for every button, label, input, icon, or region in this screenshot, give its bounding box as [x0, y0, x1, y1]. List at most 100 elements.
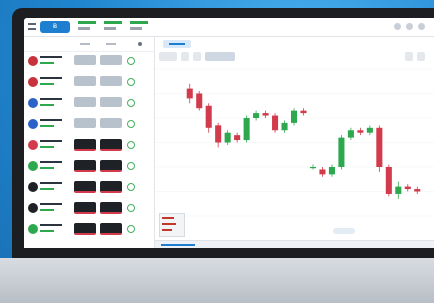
candle-body: [234, 135, 241, 141]
buy-button[interactable]: [100, 223, 122, 235]
watchlist-row[interactable]: [24, 115, 154, 133]
instrument-icon: [28, 77, 38, 87]
instrument-icon: [28, 203, 38, 213]
watchlist-header-placeholder: [80, 42, 142, 46]
instrument-name-placeholder: [40, 119, 62, 127]
margin-stat: [130, 20, 150, 34]
sell-button[interactable]: [74, 139, 96, 151]
buy-button[interactable]: [100, 118, 122, 128]
buy-button[interactable]: [100, 202, 122, 214]
chart-settings-button[interactable]: [417, 52, 425, 61]
chart-footer-bar: [155, 240, 434, 248]
candle-body: [385, 167, 392, 194]
candle-body: [328, 167, 335, 175]
watchlist-row[interactable]: [24, 73, 154, 91]
candle-body: [366, 127, 373, 133]
alert-toggle-icon[interactable]: [127, 141, 135, 149]
buy-button[interactable]: [100, 139, 122, 151]
watchlist-row[interactable]: [24, 94, 154, 112]
sell-button[interactable]: [74, 76, 96, 86]
watchlist-row[interactable]: [24, 199, 154, 217]
alert-toggle-icon[interactable]: [127, 99, 135, 107]
instrument-icon: [28, 161, 38, 171]
instrument-name-placeholder: [40, 161, 62, 169]
buy-button[interactable]: [100, 97, 122, 107]
chart-type-button[interactable]: [193, 52, 201, 61]
sell-button[interactable]: [74, 55, 96, 65]
buy-button[interactable]: [100, 160, 122, 172]
buy-button[interactable]: [100, 76, 122, 86]
buy-button[interactable]: [100, 181, 122, 193]
candle-body: [253, 113, 260, 118]
sell-button[interactable]: [74, 97, 96, 107]
sell-button[interactable]: [74, 223, 96, 235]
alert-toggle-icon[interactable]: [127, 162, 135, 170]
timeframe-button[interactable]: [181, 52, 189, 61]
candle-body: [262, 113, 269, 116]
order-info-placeholder: [162, 217, 176, 231]
candle-body: [357, 130, 364, 133]
instrument-name-placeholder: [40, 203, 62, 211]
settings-icon[interactable]: [406, 23, 413, 30]
watchlist-row[interactable]: [24, 136, 154, 154]
fullscreen-button[interactable]: [405, 52, 413, 61]
candle-body: [290, 110, 298, 123]
alert-toggle-icon[interactable]: [127, 57, 135, 65]
zoom-control[interactable]: [333, 228, 355, 234]
instrument-name-placeholder: [40, 56, 62, 64]
tab-chart[interactable]: [163, 40, 191, 48]
candle-body: [186, 88, 193, 99]
alert-toggle-icon[interactable]: [127, 78, 135, 86]
order-info-box: [159, 213, 185, 237]
candle-body: [243, 118, 250, 141]
candlestick-chart[interactable]: [155, 63, 434, 228]
candle-body: [404, 186, 411, 190]
alert-toggle-icon[interactable]: [127, 120, 135, 128]
watchlist-row[interactable]: [24, 157, 154, 175]
footer-placeholder: [161, 244, 195, 246]
profile-icon[interactable]: [418, 23, 425, 30]
app-logo[interactable]: Ƀ: [40, 21, 70, 33]
instrument-icon: [28, 119, 38, 129]
instrument-icon: [28, 140, 38, 150]
watchlist-header: [24, 37, 154, 52]
alert-toggle-icon[interactable]: [127, 183, 135, 191]
candle-body: [196, 93, 203, 109]
buy-button[interactable]: [100, 55, 122, 65]
symbol-selector[interactable]: [159, 52, 177, 61]
instrument-icon: [28, 98, 38, 108]
monitor-chin: [0, 258, 434, 303]
menu-icon[interactable]: [28, 23, 36, 30]
indicators-button[interactable]: [205, 52, 235, 61]
watchlist-row[interactable]: [24, 52, 154, 70]
candle-body: [281, 122, 288, 131]
sell-button[interactable]: [74, 202, 96, 214]
sell-button[interactable]: [74, 118, 96, 128]
chart-panel: [155, 37, 434, 248]
candle-body: [215, 125, 222, 143]
candle-body: [376, 127, 383, 167]
sell-button[interactable]: [74, 181, 96, 193]
alert-toggle-icon[interactable]: [127, 225, 135, 233]
instrument-name-placeholder: [40, 140, 62, 148]
instrument-icon: [28, 56, 38, 66]
watchlist-panel: [24, 37, 155, 248]
candle-body: [272, 115, 279, 131]
instrument-icon: [28, 182, 38, 192]
notifications-icon[interactable]: [394, 23, 401, 30]
candle-body: [300, 110, 307, 114]
candle-body: [309, 167, 317, 169]
app-screen: Ƀ: [24, 18, 434, 248]
instrument-name-placeholder: [40, 77, 62, 85]
balance-stat: [78, 20, 98, 34]
candle-body: [395, 186, 402, 194]
instrument-name-placeholder: [40, 182, 62, 190]
watchlist-row[interactable]: [24, 220, 154, 238]
candle-body: [319, 169, 326, 175]
alert-toggle-icon[interactable]: [127, 204, 135, 212]
watchlist-row[interactable]: [24, 178, 154, 196]
sell-button[interactable]: [74, 160, 96, 172]
margin-stat-placeholder: [130, 21, 148, 30]
instrument-icon: [28, 224, 38, 234]
instrument-name-placeholder: [40, 224, 62, 232]
